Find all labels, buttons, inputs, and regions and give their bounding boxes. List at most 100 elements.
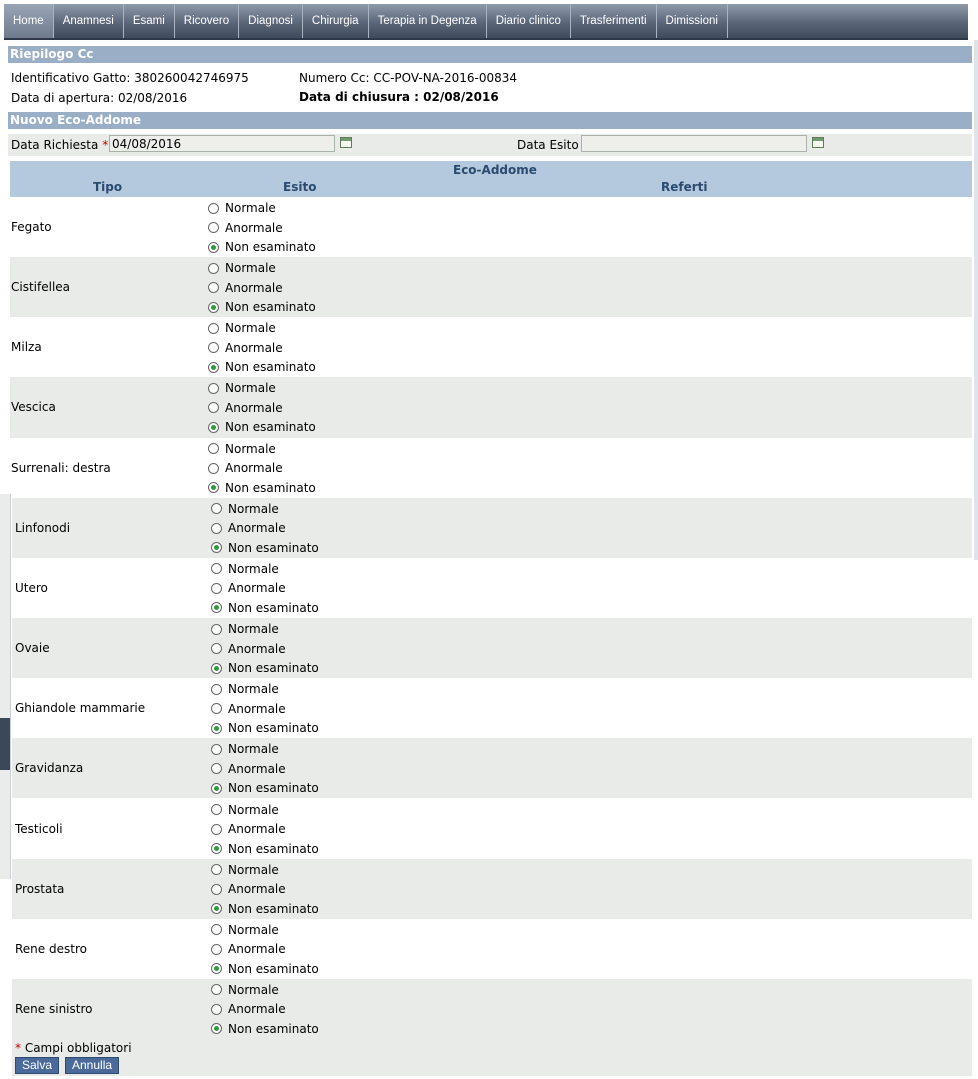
radio-button[interactable] bbox=[211, 763, 222, 775]
radio-button[interactable] bbox=[211, 602, 222, 614]
radio-button[interactable] bbox=[211, 843, 222, 854]
radio-option-anormale[interactable]: Anormale bbox=[211, 822, 286, 836]
radio-option-normale[interactable]: Normale bbox=[208, 321, 276, 335]
save-button[interactable]: Salva bbox=[15, 1057, 60, 1074]
nav-item-esami[interactable]: Esami bbox=[124, 4, 175, 38]
calendar-icon[interactable] bbox=[340, 137, 352, 148]
radio-option-non-esaminato[interactable]: Non esaminato bbox=[211, 721, 319, 735]
radio-option-non-esaminato[interactable]: Non esaminato bbox=[211, 842, 319, 856]
radio-button[interactable] bbox=[211, 782, 222, 794]
radio-option-non-esaminato[interactable]: Non esaminato bbox=[211, 902, 319, 916]
nav-item-home[interactable]: Home bbox=[4, 4, 54, 38]
radio-button[interactable] bbox=[211, 582, 222, 594]
nav-item-chirurgia[interactable]: Chirurgia bbox=[303, 4, 369, 38]
radio-option-anormale[interactable]: Anormale bbox=[208, 401, 283, 415]
radio-button[interactable] bbox=[211, 943, 222, 955]
radio-option-anormale[interactable]: Anormale bbox=[211, 882, 286, 896]
radio-button[interactable] bbox=[211, 662, 222, 674]
radio-button[interactable] bbox=[208, 402, 219, 414]
radio-button[interactable] bbox=[211, 743, 222, 755]
radio-option-non-esaminato[interactable]: Non esaminato bbox=[208, 360, 316, 374]
radio-button[interactable] bbox=[208, 462, 219, 474]
radio-option-anormale[interactable]: Anormale bbox=[208, 341, 283, 355]
nav-item-trasferimenti[interactable]: Trasferimenti bbox=[571, 4, 657, 38]
radio-button[interactable] bbox=[211, 623, 222, 635]
radio-option-non-esaminato[interactable]: Non esaminato bbox=[211, 541, 319, 555]
radio-option-normale[interactable]: Normale bbox=[211, 742, 279, 756]
radio-button[interactable] bbox=[211, 924, 222, 936]
radio-button[interactable] bbox=[211, 864, 222, 876]
radio-button[interactable] bbox=[208, 262, 219, 274]
result-date-input[interactable] bbox=[581, 135, 807, 152]
radio-option-anormale[interactable]: Anormale bbox=[211, 762, 286, 776]
radio-button[interactable] bbox=[208, 322, 219, 334]
requested-date-input[interactable] bbox=[109, 135, 335, 152]
radio-option-non-esaminato[interactable]: Non esaminato bbox=[208, 481, 316, 495]
radio-option-anormale[interactable]: Anormale bbox=[208, 461, 283, 475]
radio-button[interactable] bbox=[208, 421, 219, 433]
radio-option-anormale[interactable]: Anormale bbox=[211, 581, 286, 595]
radio-option-normale[interactable]: Normale bbox=[211, 863, 279, 877]
radio-option-non-esaminato[interactable]: Non esaminato bbox=[211, 601, 319, 615]
radio-option-normale[interactable]: Normale bbox=[208, 381, 276, 395]
radio-option-anormale[interactable]: Anormale bbox=[208, 281, 283, 295]
radio-option-normale[interactable]: Normale bbox=[211, 923, 279, 937]
nav-item-diagnosi[interactable]: Diagnosi bbox=[239, 4, 303, 38]
radio-button[interactable] bbox=[208, 202, 219, 214]
cancel-button[interactable]: Annulla bbox=[65, 1057, 120, 1074]
radio-option-normale[interactable]: Normale bbox=[211, 622, 279, 636]
radio-option-non-esaminato[interactable]: Non esaminato bbox=[211, 661, 319, 675]
radio-option-anormale[interactable]: Anormale bbox=[211, 1002, 286, 1016]
radio-option-anormale[interactable]: Anormale bbox=[208, 221, 283, 235]
radio-option-anormale[interactable]: Anormale bbox=[211, 521, 286, 535]
radio-button[interactable] bbox=[211, 963, 222, 975]
radio-button[interactable] bbox=[211, 823, 222, 835]
radio-option-non-esaminato[interactable]: Non esaminato bbox=[208, 300, 316, 314]
nav-item-dimissioni[interactable]: Dimissioni bbox=[657, 4, 728, 38]
radio-button[interactable] bbox=[211, 542, 222, 554]
radio-button[interactable] bbox=[211, 984, 222, 996]
radio-button[interactable] bbox=[211, 804, 222, 815]
radio-button[interactable] bbox=[211, 703, 222, 715]
radio-button[interactable] bbox=[211, 1023, 222, 1035]
radio-button[interactable] bbox=[208, 482, 219, 494]
nav-item-anamnesi[interactable]: Anamnesi bbox=[54, 4, 124, 38]
radio-button[interactable] bbox=[211, 643, 222, 655]
radio-option-normale[interactable]: Normale bbox=[211, 803, 279, 817]
radio-option-non-esaminato[interactable]: Non esaminato bbox=[208, 240, 316, 254]
radio-button[interactable] bbox=[208, 342, 219, 354]
radio-option-normale[interactable]: Normale bbox=[211, 562, 279, 576]
nav-item-ricovero[interactable]: Ricovero bbox=[175, 4, 240, 38]
radio-button[interactable] bbox=[211, 722, 222, 734]
calendar-icon[interactable] bbox=[812, 137, 824, 148]
radio-option-normale[interactable]: Normale bbox=[211, 682, 279, 696]
radio-option-non-esaminato[interactable]: Non esaminato bbox=[211, 781, 319, 795]
nav-item-diario-clinico[interactable]: Diario clinico bbox=[487, 4, 571, 38]
radio-option-non-esaminato[interactable]: Non esaminato bbox=[211, 1022, 319, 1036]
radio-option-normale[interactable]: Normale bbox=[211, 983, 279, 997]
radio-button[interactable] bbox=[208, 282, 219, 294]
radio-option-normale[interactable]: Normale bbox=[208, 261, 276, 275]
nav-item-terapia-in-degenza[interactable]: Terapia in Degenza bbox=[369, 4, 487, 38]
radio-button[interactable] bbox=[211, 683, 222, 695]
radio-option-normale[interactable]: Normale bbox=[208, 201, 276, 215]
radio-button[interactable] bbox=[208, 382, 219, 394]
radio-button[interactable] bbox=[211, 883, 222, 895]
radio-button[interactable] bbox=[211, 522, 222, 534]
radio-button[interactable] bbox=[208, 361, 219, 373]
radio-button[interactable] bbox=[211, 503, 222, 515]
radio-button[interactable] bbox=[208, 241, 219, 253]
radio-button[interactable] bbox=[208, 443, 219, 455]
radio-button[interactable] bbox=[208, 222, 219, 233]
radio-option-non-esaminato[interactable]: Non esaminato bbox=[211, 962, 319, 976]
radio-option-anormale[interactable]: Anormale bbox=[211, 702, 286, 716]
radio-option-non-esaminato[interactable]: Non esaminato bbox=[208, 420, 316, 434]
radio-option-normale[interactable]: Normale bbox=[211, 502, 279, 516]
radio-button[interactable] bbox=[211, 1003, 222, 1015]
radio-button[interactable] bbox=[211, 903, 222, 915]
radio-button[interactable] bbox=[208, 301, 219, 313]
radio-option-anormale[interactable]: Anormale bbox=[211, 942, 286, 956]
radio-option-normale[interactable]: Normale bbox=[208, 442, 276, 456]
radio-option-anormale[interactable]: Anormale bbox=[211, 642, 286, 656]
radio-button[interactable] bbox=[211, 563, 222, 575]
